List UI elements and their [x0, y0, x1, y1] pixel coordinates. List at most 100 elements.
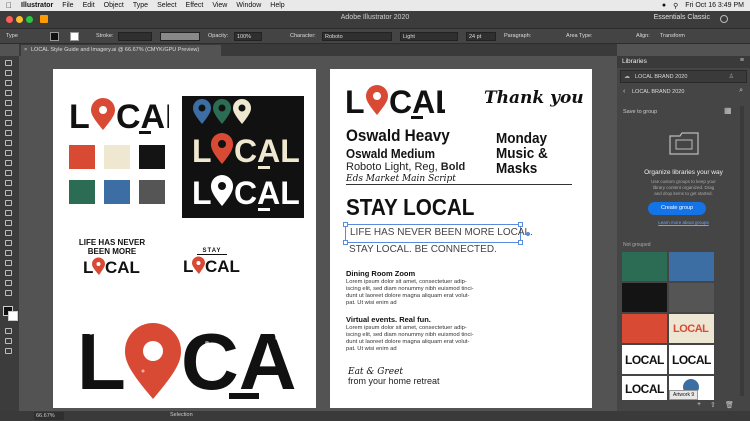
- scale-tool-icon[interactable]: [5, 180, 12, 186]
- artboard-left[interactable]: L CAL L CAL L CAL LIFE HAS: [53, 69, 345, 408]
- font-style-field[interactable]: Light: [400, 32, 458, 41]
- clock-text[interactable]: Fri Oct 16 3:49 PM: [685, 2, 744, 9]
- transform-label[interactable]: Transform: [660, 33, 685, 39]
- menu-app-name[interactable]: Illustrator: [21, 2, 53, 9]
- menu-file[interactable]: File: [62, 2, 73, 9]
- current-tool-label: Selection: [170, 412, 193, 418]
- screen-mode-icon[interactable]: [5, 338, 12, 344]
- panel-scrollbar[interactable]: [740, 106, 744, 396]
- paintbrush-tool-icon[interactable]: [5, 140, 12, 146]
- library-graphic-tile[interactable]: LOCAL: [669, 314, 714, 343]
- library-color-tile[interactable]: [669, 283, 714, 312]
- trash-icon[interactable]: 🗑: [725, 401, 734, 409]
- eraser-tool-icon[interactable]: [5, 160, 12, 166]
- type-tool-icon[interactable]: [5, 110, 12, 116]
- menu-select[interactable]: Select: [157, 2, 176, 9]
- upload-icon[interactable]: ⇧: [710, 401, 716, 409]
- zoom-level-field[interactable]: 66.67%: [34, 412, 64, 420]
- selected-text-frame[interactable]: LIFE HAS NEVER BEEN MORE LOCAL.: [343, 222, 533, 245]
- gradient-tool-icon[interactable]: [5, 220, 12, 226]
- swatch-black[interactable]: [139, 145, 165, 169]
- font-size-field[interactable]: 24 pt: [466, 32, 496, 41]
- stroke-color-box[interactable]: [8, 311, 18, 321]
- frame-handle-br[interactable]: [518, 240, 523, 245]
- learn-more-groups-link[interactable]: Learn more about groups: [617, 220, 750, 225]
- library-color-tile[interactable]: [622, 252, 667, 281]
- free-transform-tool-icon[interactable]: [5, 200, 12, 206]
- stroke-label: Stroke:: [96, 33, 114, 39]
- curvature-tool-icon[interactable]: [5, 100, 12, 106]
- menu-object[interactable]: Object: [104, 2, 124, 9]
- library-graphic-tile[interactable]: LOCAL: [622, 376, 667, 400]
- apple-icon[interactable]: : [6, 1, 12, 10]
- subline-1[interactable]: LIFE HAS NEVER BEEN MORE LOCAL.: [350, 227, 533, 238]
- frame-out-port[interactable]: [526, 232, 530, 236]
- library-color-tile[interactable]: [622, 314, 667, 343]
- close-tab-icon[interactable]: ×: [24, 45, 27, 56]
- area-type-label[interactable]: Area Type:: [566, 33, 593, 39]
- document-tab[interactable]: × LOCAL Style Guide and Imagery.ai @ 66.…: [21, 45, 221, 56]
- width-tool-icon[interactable]: [5, 190, 12, 196]
- hand-tool-icon[interactable]: [5, 280, 12, 286]
- shape-builder-tool-icon[interactable]: [5, 210, 12, 216]
- search-library-icon[interactable]: ⌕: [739, 87, 743, 95]
- variable-width-profile[interactable]: [160, 32, 200, 41]
- font-family-field[interactable]: Roboto: [322, 32, 392, 41]
- frame-handle-tl[interactable]: [343, 222, 348, 227]
- pencil-tool-icon[interactable]: [5, 150, 12, 156]
- swatch-cream[interactable]: [104, 145, 130, 169]
- create-group-button[interactable]: Create group: [648, 202, 706, 215]
- menu-help[interactable]: Help: [270, 2, 284, 9]
- symbol-sprayer-tool-icon[interactable]: [5, 250, 12, 256]
- save-to-group-dropdown[interactable]: Save to group: [623, 109, 657, 115]
- library-color-tile[interactable]: [622, 283, 667, 312]
- search-help-icon[interactable]: [720, 15, 728, 23]
- libraries-tab[interactable]: Libraries: [622, 58, 647, 65]
- back-arrow-icon[interactable]: ‹: [623, 88, 625, 95]
- swatch-red[interactable]: [69, 145, 95, 169]
- menu-type[interactable]: Type: [133, 2, 148, 9]
- workspace-switcher[interactable]: Essentials Classic: [654, 14, 710, 21]
- swatch-blue[interactable]: [104, 180, 130, 204]
- rotate-tool-icon[interactable]: [5, 170, 12, 176]
- library-graphic-tile[interactable]: LOCAL: [622, 345, 667, 374]
- drawing-mode-icon[interactable]: [5, 328, 12, 334]
- stroke-swatch[interactable]: [70, 32, 79, 41]
- line-tool-icon[interactable]: [5, 120, 12, 126]
- frame-handle-tr[interactable]: [518, 222, 523, 227]
- search-icon[interactable]: ⚲: [673, 2, 678, 10]
- menu-view[interactable]: View: [212, 2, 227, 9]
- artboard-tool-icon[interactable]: [5, 270, 12, 276]
- library-graphic-tile[interactable]: LOCAL: [669, 345, 714, 374]
- selection-tool-icon[interactable]: [5, 60, 12, 66]
- edit-toolbar-icon[interactable]: [5, 348, 12, 354]
- rectangle-tool-icon[interactable]: [5, 130, 12, 136]
- menu-edit[interactable]: Edit: [83, 2, 95, 9]
- artboard-right[interactable]: L CAL Thank you Oswald Heavy Oswald Medi…: [330, 69, 592, 408]
- eyedropper-tool-icon[interactable]: [5, 230, 12, 236]
- menu-effect[interactable]: Effect: [186, 2, 204, 9]
- magic-wand-tool-icon[interactable]: [5, 80, 12, 86]
- blend-tool-icon[interactable]: [5, 240, 12, 246]
- zoom-tool-icon[interactable]: [5, 290, 12, 296]
- view-toggle-icon[interactable]: ▦: [724, 106, 732, 115]
- frame-handle-bl[interactable]: [343, 240, 348, 245]
- character-label[interactable]: Character:: [290, 33, 316, 39]
- fill-swatch[interactable]: [50, 32, 59, 41]
- people-icon[interactable]: ♙: [729, 73, 734, 80]
- align-label[interactable]: Align:: [636, 33, 650, 39]
- library-picker[interactable]: ☁ LOCAL BRAND 2020 ♙: [620, 70, 747, 83]
- menu-window[interactable]: Window: [236, 2, 261, 9]
- direct-selection-tool-icon[interactable]: [5, 70, 12, 76]
- library-color-tile[interactable]: [669, 252, 714, 281]
- swatch-gray[interactable]: [139, 180, 165, 204]
- pen-tool-icon[interactable]: [5, 90, 12, 96]
- paragraph-label[interactable]: Paragraph:: [504, 33, 531, 39]
- add-content-icon[interactable]: +: [697, 401, 701, 408]
- stroke-weight-field[interactable]: [118, 32, 152, 41]
- swatch-green[interactable]: [69, 180, 95, 204]
- panel-menu-icon[interactable]: ≡: [740, 57, 744, 64]
- column-graph-tool-icon[interactable]: [5, 260, 12, 266]
- opacity-field[interactable]: 100%: [234, 32, 262, 41]
- wifi-icon[interactable]: ●: [662, 2, 666, 9]
